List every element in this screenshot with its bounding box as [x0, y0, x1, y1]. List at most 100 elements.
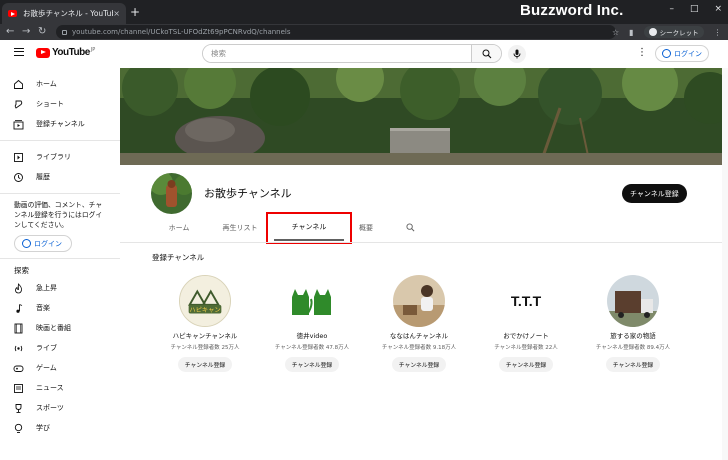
channel-card-avatar[interactable] — [286, 275, 338, 327]
window-controls: – □ × — [669, 4, 722, 14]
youtube-logo[interactable]: YouTube JP — [36, 47, 95, 58]
sidebar-divider — [0, 193, 120, 194]
sidebar-divider — [0, 140, 120, 141]
maximize-button[interactable]: □ — [690, 4, 699, 14]
sidebar-item-label: ニュース — [36, 384, 64, 392]
hapican-logo-icon: ハピキャン — [180, 276, 230, 326]
channel-card[interactable]: ハピキャン ハピキャンチャンネル チャンネル登録者数 25万人 チャンネル登録 — [150, 275, 260, 372]
subscribe-button[interactable]: チャンネル登録 — [622, 184, 687, 203]
lock-icon — [62, 29, 67, 35]
channel-card-name[interactable]: おでかけノート — [503, 330, 549, 340]
incognito-icon — [648, 28, 657, 36]
history-icon — [12, 171, 24, 183]
live-icon — [12, 342, 24, 354]
channel-card[interactable]: 旅する家の物語 チャンネル登録者数 89.4万人 チャンネル登録 — [578, 275, 688, 372]
sidebar-item-shorts[interactable]: ショート — [0, 94, 120, 114]
channel-card[interactable]: 徳井video チャンネル登録者数 47.8万人 チャンネル登録 — [257, 275, 367, 372]
header-login-button[interactable]: ログイン — [655, 45, 709, 62]
search-input[interactable] — [203, 45, 471, 62]
sidebar-item-gaming[interactable]: ゲーム — [0, 358, 120, 378]
sidebar-login-button[interactable]: ログイン — [14, 235, 72, 252]
channel-card[interactable]: ななはんチャンネル チャンネル登録者数 9.18万人 チャンネル登録 — [364, 275, 474, 372]
back-arrow-icon[interactable]: ← — [6, 25, 14, 39]
sidebar-item-label: スポーツ — [36, 404, 64, 412]
sidebar-item-movies[interactable]: 映画と番組 — [0, 318, 120, 338]
sidebar-item-library[interactable]: ライブラリ — [0, 147, 120, 167]
scrollbar[interactable] — [722, 68, 728, 460]
sidebar-item-label: 学び — [36, 424, 50, 432]
channel-search-button[interactable] — [402, 214, 418, 241]
address-bar[interactable]: youtube.com/channel/UCkoTSL-UFOdZt69pPCN… — [56, 25, 616, 39]
music-icon — [12, 302, 24, 314]
sidebar-item-label: ショート — [36, 100, 64, 108]
settings-kebab-icon[interactable]: ⋮ — [637, 47, 647, 58]
voice-search-button[interactable] — [508, 45, 526, 63]
channel-card-avatar-text: T.T.T — [510, 293, 542, 309]
incognito-label: シークレット — [659, 29, 699, 37]
explore-heading: 探索 — [14, 266, 29, 275]
close-window-button[interactable]: × — [714, 4, 722, 14]
channel-card-subscribe-button[interactable]: チャンネル登録 — [284, 357, 340, 372]
tab-close-icon[interactable]: × — [113, 9, 120, 18]
minimize-button[interactable]: – — [669, 4, 674, 14]
sidebar: ホーム ショート 登録チャンネル ライブラリ 履歴 動画の評価、コメント、チャン… — [0, 68, 120, 460]
browser-menu-icon[interactable]: ⋮ — [714, 28, 722, 37]
channel-banner — [120, 68, 728, 165]
browser-tab[interactable]: お散歩チャンネル - YouTube × — [2, 3, 126, 24]
home-icon — [12, 78, 24, 90]
sidebar-divider — [0, 258, 120, 259]
sidepanel-icon[interactable]: ▮ — [629, 28, 633, 37]
forward-arrow-icon[interactable]: → — [22, 25, 30, 39]
channel-card-avatar[interactable]: T.T.T — [500, 275, 552, 327]
sidebar-item-subscriptions[interactable]: 登録チャンネル — [0, 114, 120, 134]
tab-about[interactable]: 概要 — [352, 214, 380, 241]
channel-card-avatar[interactable] — [393, 275, 445, 327]
channel-card-count: チャンネル登録者数 25万人 — [170, 345, 240, 351]
new-tab-button[interactable]: + — [130, 5, 140, 19]
logo-region: JP — [90, 46, 96, 53]
channel-card-avatar[interactable]: ハピキャン — [179, 275, 231, 327]
hamburger-menu-icon[interactable] — [14, 48, 24, 56]
incognito-badge[interactable]: シークレット — [643, 26, 704, 38]
sidebar-item-trending[interactable]: 急上昇 — [0, 278, 120, 298]
sidebar-item-home[interactable]: ホーム — [0, 74, 120, 94]
hapican-logo-text: ハピキャン — [189, 306, 220, 314]
gaming-icon — [12, 362, 24, 374]
sidebar-item-label: 映画と番組 — [36, 324, 71, 332]
channel-card-subscribe-button[interactable]: チャンネル登録 — [605, 357, 661, 372]
channel-card-avatar[interactable] — [607, 275, 659, 327]
reload-icon[interactable]: ↻ — [38, 25, 46, 39]
tab-playlists[interactable]: 再生リスト — [214, 214, 266, 241]
channel-card-subscribe-button[interactable]: チャンネル登録 — [498, 357, 554, 372]
channel-card-name[interactable]: 旅する家の物語 — [610, 330, 656, 340]
login-prompt: 動画の評価、コメント、チャンネル登録を行うにはログインしてください。 — [14, 201, 103, 229]
user-circle-icon — [662, 49, 671, 58]
sidebar-item-history[interactable]: 履歴 — [0, 167, 120, 187]
sidebar-item-learning[interactable]: 学び — [0, 418, 120, 438]
subscriptions-icon — [12, 118, 24, 130]
browser-titlebar: お散歩チャンネル - YouTube × + Buzzword Inc. – □… — [0, 0, 728, 24]
shorts-icon — [12, 98, 24, 110]
channel-card-name[interactable]: ハピキャンチャンネル — [173, 330, 238, 340]
sidebar-item-label: ホーム — [36, 80, 57, 88]
channel-avatar-image — [151, 173, 192, 214]
youtube-play-icon — [36, 47, 50, 58]
sidebar-item-label: 登録チャンネル — [36, 120, 85, 128]
search-button[interactable] — [471, 45, 501, 62]
sidebar-item-live[interactable]: ライブ — [0, 338, 120, 358]
channel-card[interactable]: T.T.T おでかけノート チャンネル登録者数 22人 チャンネル登録 — [471, 275, 581, 372]
star-icon[interactable]: ☆ — [612, 28, 619, 37]
sidebar-item-music[interactable]: 音楽 — [0, 298, 120, 318]
youtube-favicon-icon — [8, 10, 17, 17]
sidebar-item-news[interactable]: ニュース — [0, 378, 120, 398]
channel-card-count: チャンネル登録者数 89.4万人 — [595, 345, 671, 351]
sidebar-item-label: 音楽 — [36, 304, 50, 312]
channel-avatar[interactable] — [151, 173, 192, 214]
channel-card-subscribe-button[interactable]: チャンネル登録 — [391, 357, 447, 372]
channel-card-name[interactable]: ななはんチャンネル — [390, 330, 448, 340]
tab-home[interactable]: ホーム — [158, 214, 200, 241]
channel-card-subscribe-button[interactable]: チャンネル登録 — [177, 357, 233, 372]
sidebar-item-sports[interactable]: スポーツ — [0, 398, 120, 418]
channel-card-name[interactable]: 徳井video — [297, 330, 328, 340]
news-icon — [12, 382, 24, 394]
